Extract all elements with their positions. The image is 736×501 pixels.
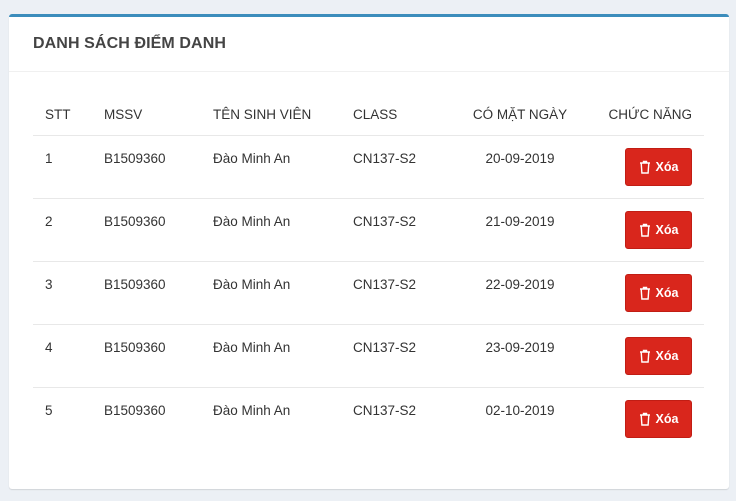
delete-button-label: Xóa: [655, 411, 679, 426]
cell-mssv: B1509360: [92, 324, 201, 388]
cell-name: Đào Minh An: [213, 402, 291, 418]
column-header-action: CHỨC NĂNG: [594, 96, 704, 136]
trash-icon: [639, 286, 650, 300]
panel-title: DANH SÁCH ĐIỂM DANH: [33, 35, 227, 52]
trash-icon: [639, 160, 650, 174]
cell-mssv: B1509360: [92, 135, 201, 199]
cell-action: Xóa: [594, 198, 704, 262]
cell-action: Xóa: [594, 387, 704, 450]
cell-class: CN137-S2: [341, 324, 446, 388]
cell-action: Xóa: [594, 324, 704, 388]
cell-class: CN137-S2: [353, 402, 417, 418]
cell-stt: 4: [33, 324, 92, 388]
column-header-stt: STT: [33, 96, 92, 136]
trash-icon: [639, 223, 650, 237]
cell-date: 20-09-2019: [446, 135, 594, 199]
cell-action: Xóa: [594, 135, 704, 199]
delete-button[interactable]: Xóa: [625, 210, 692, 249]
cell-class: CN137-S2: [341, 198, 446, 262]
cell-action: Xóa: [594, 261, 704, 325]
cell-class: CN137-S2: [341, 135, 446, 199]
cell-date: 22-09-2019: [446, 261, 594, 325]
cell-stt: 2: [33, 198, 92, 262]
cell-name: Đào Minh An: [201, 198, 341, 262]
cell-class: CN137-S2: [341, 261, 446, 325]
column-header-name: TÊN SINH VIÊN: [201, 96, 341, 136]
cell-name: Đào Minh An: [201, 261, 341, 325]
cell-date: 23-09-2019: [446, 324, 594, 388]
table-row: 2 B1509360 Đào Minh An CN137-S2 21-09-20…: [33, 198, 704, 262]
cell-date: 02-10-2019: [485, 402, 555, 418]
attendance-table: STT MSSV TÊN SINH VIÊN CLASS CÓ MẶT NGÀY…: [33, 96, 704, 450]
cell-date: 21-09-2019: [446, 198, 594, 262]
trash-icon: [639, 349, 650, 363]
trash-icon: [639, 412, 650, 426]
delete-button[interactable]: Xóa: [625, 273, 692, 312]
delete-button[interactable]: Xóa: [625, 336, 692, 375]
cell-name: Đào Minh An: [201, 324, 341, 388]
cell-stt: 1: [33, 135, 92, 199]
delete-button[interactable]: Xóa: [625, 147, 692, 186]
column-header-class: CLASS: [341, 96, 446, 136]
delete-button-label: Xóa: [655, 348, 679, 363]
table-row: 4 B1509360 Đào Minh An CN137-S2 23-09-20…: [33, 324, 704, 388]
table-header-row: STT MSSV TÊN SINH VIÊN CLASS CÓ MẶT NGÀY…: [33, 96, 704, 136]
column-header-date: CÓ MẶT NGÀY: [446, 96, 594, 136]
cell-mssv: B1509360: [104, 402, 166, 418]
table-row: 1 B1509360 Đào Minh An CN137-S2 20-09-20…: [33, 135, 704, 199]
column-header-mssv: MSSV: [92, 96, 201, 136]
delete-button-label: Xóa: [655, 222, 679, 237]
delete-button[interactable]: Xóa: [625, 399, 692, 438]
delete-button-label: Xóa: [655, 159, 679, 174]
delete-button-label: Xóa: [655, 285, 679, 300]
cell-stt: 5: [45, 402, 53, 418]
cell-name: Đào Minh An: [201, 135, 341, 199]
cell-mssv: B1509360: [92, 198, 201, 262]
panel-header: DANH SÁCH ĐIỂM DANH: [9, 17, 729, 72]
table-row: 3 B1509360 Đào Minh An CN137-S2 22-09-20…: [33, 261, 704, 325]
attendance-panel: DANH SÁCH ĐIỂM DANH STT MSSV TÊN SINH VI…: [9, 14, 729, 489]
table-row: 5 B1509360 Đào Minh An CN137-S2 02-10-20…: [33, 387, 704, 450]
cell-mssv: B1509360: [92, 261, 201, 325]
cell-stt: 3: [33, 261, 92, 325]
